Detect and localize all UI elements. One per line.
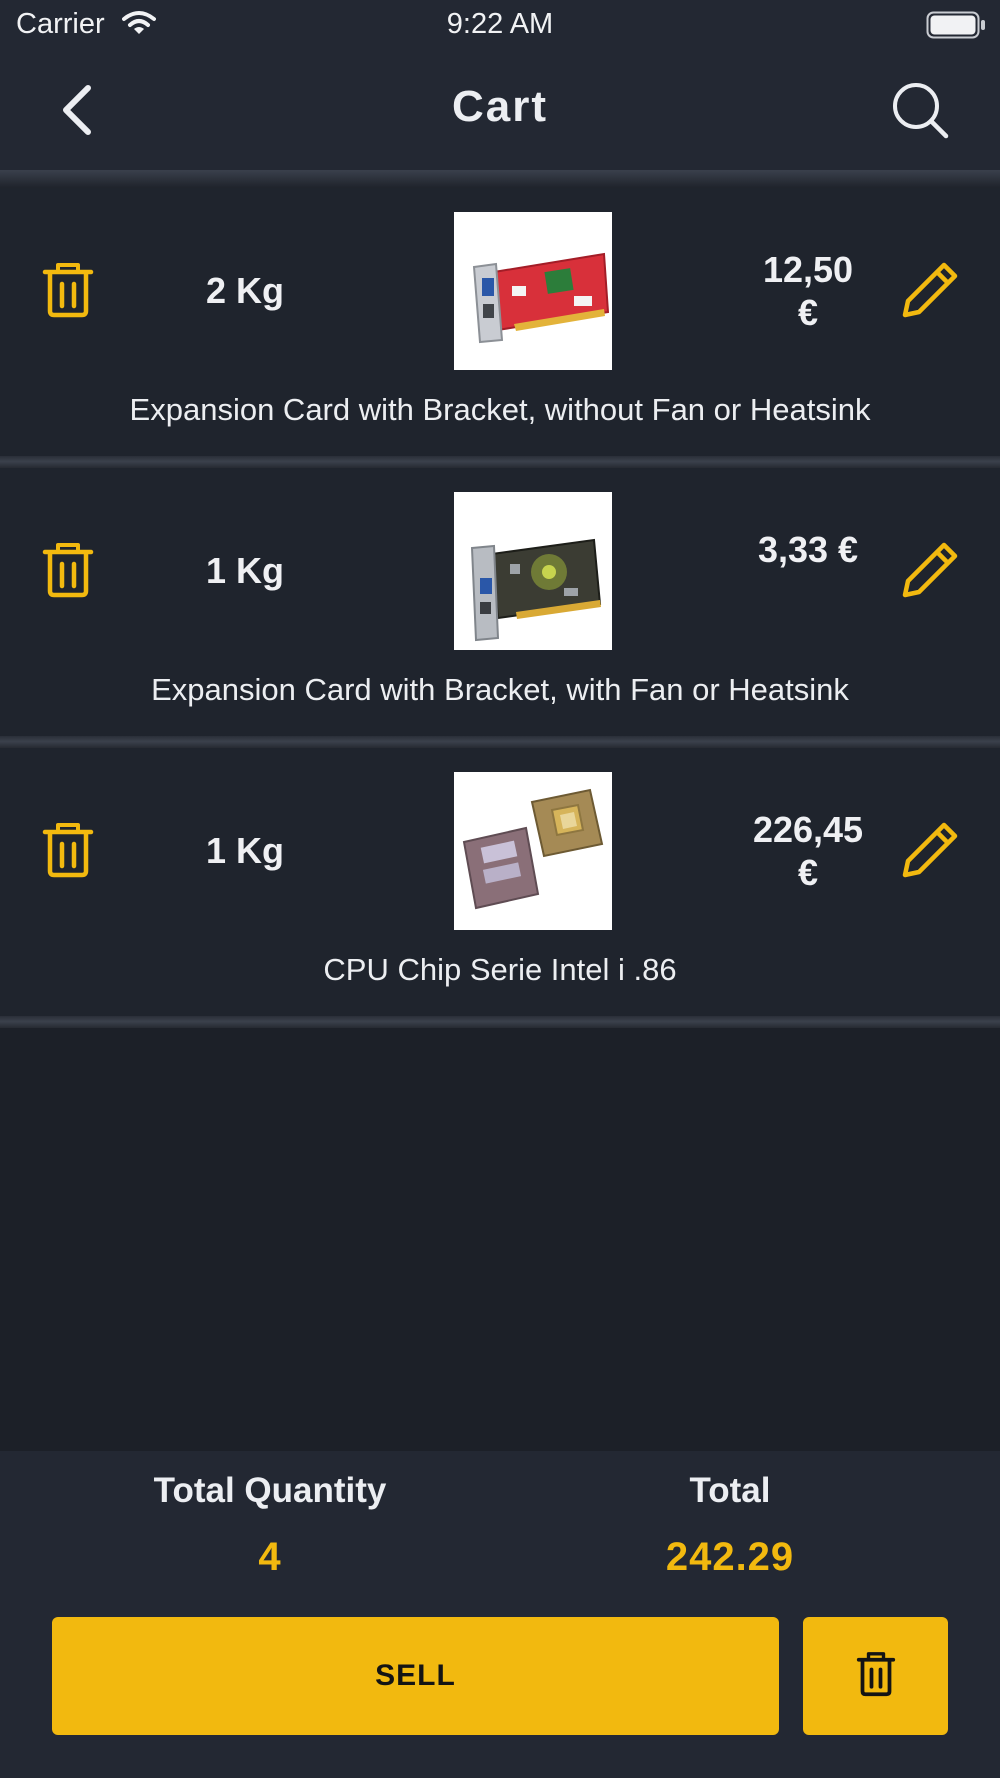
cart-item: 1 Kg 226,45 € CPU Chip Serie Intel i .86 xyxy=(0,748,1000,1016)
navigation-bar-shadow xyxy=(0,170,1000,188)
total-label: Total xyxy=(689,1471,771,1510)
pencil-icon[interactable] xyxy=(900,820,960,880)
trash-icon[interactable] xyxy=(40,542,96,598)
item-price: 3,33 € xyxy=(757,529,859,570)
trash-icon[interactable] xyxy=(40,822,96,878)
cart-item-list: 2 Kg 12,50 € Expansion Card with Bracket… xyxy=(0,188,1000,1028)
battery-icon xyxy=(926,11,986,44)
total-quantity-value: 4 xyxy=(258,1535,282,1579)
pencil-icon[interactable] xyxy=(900,260,960,320)
search-icon[interactable] xyxy=(890,80,952,142)
clock-time: 9:22 AM xyxy=(446,8,554,40)
divider xyxy=(0,1016,1000,1028)
divider xyxy=(0,736,1000,748)
item-name: Expansion Card with Bracket, with Fan or… xyxy=(151,672,849,707)
item-quantity: 1 Kg xyxy=(205,830,284,871)
clear-cart-button[interactable] xyxy=(803,1617,948,1735)
total-quantity-label: Total Quantity xyxy=(153,1471,387,1510)
cart-item: 1 Kg 3,33 € Expansion Card with Bracket,… xyxy=(0,468,1000,736)
item-price: 12,50 € xyxy=(762,249,854,333)
status-bar: Carrier 9:22 AM xyxy=(0,0,1000,50)
sell-button-label: SELL xyxy=(375,1659,456,1692)
expansion-card-with-fan-image xyxy=(454,492,612,650)
item-name: Expansion Card with Bracket, without Fan… xyxy=(129,392,871,427)
navigation-bar: Cart xyxy=(0,50,1000,170)
item-quantity: 1 Kg xyxy=(205,550,284,591)
item-price: 226,45 € xyxy=(752,809,864,893)
total-value: 242.29 xyxy=(665,1535,795,1579)
red-expansion-card-image xyxy=(454,212,612,370)
trash-icon[interactable] xyxy=(40,262,96,318)
trash-icon xyxy=(855,1651,897,1702)
cart-summary: Total Quantity 4 Total 242.29 SELL xyxy=(0,1451,1000,1778)
page-title: Cart xyxy=(451,82,549,131)
item-name: CPU Chip Serie Intel i .86 xyxy=(323,952,677,987)
cart-item: 2 Kg 12,50 € Expansion Card with Bracket… xyxy=(0,188,1000,456)
pencil-icon[interactable] xyxy=(900,540,960,600)
intel-386-cpu-chip-image xyxy=(454,772,612,930)
sell-button[interactable]: SELL xyxy=(52,1617,779,1735)
divider xyxy=(0,456,1000,468)
item-quantity: 2 Kg xyxy=(205,270,284,311)
